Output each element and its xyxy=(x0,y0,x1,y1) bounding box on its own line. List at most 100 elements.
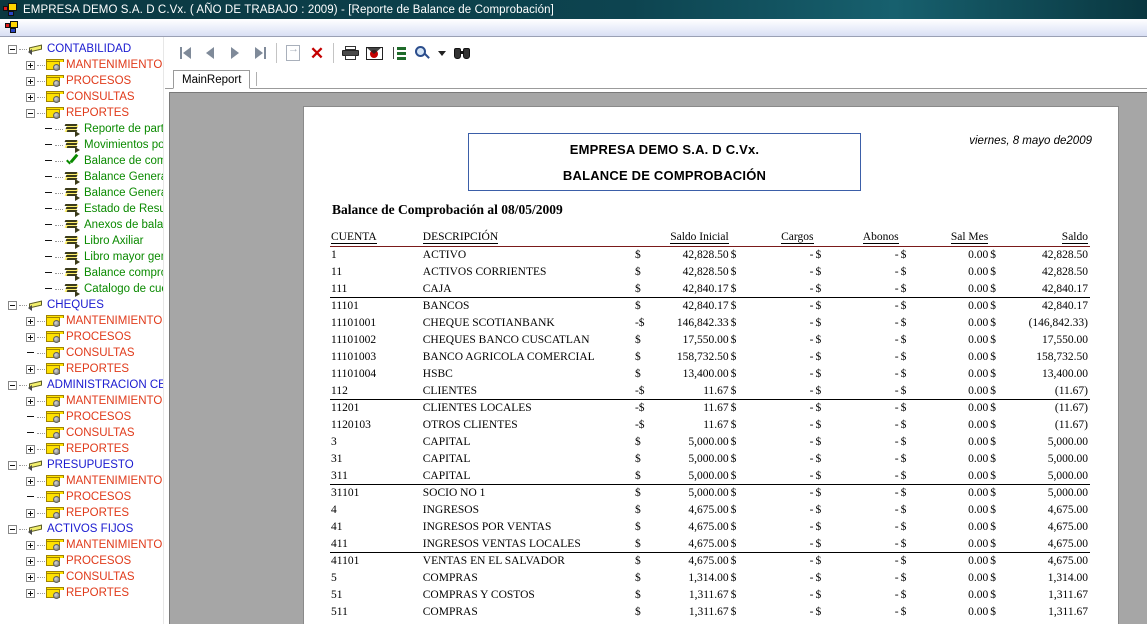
tree-node-procesos[interactable]: PROCESOS xyxy=(2,553,164,569)
tree-expander-3[interactable] xyxy=(26,92,35,102)
window-title: EMPRESA DEMO S.A. D C.Vx. ( AÑO DE TRABA… xyxy=(23,3,554,16)
tree-node-procesos[interactable]: PROCESOS xyxy=(2,329,164,345)
cell-cuenta: 3 xyxy=(331,436,337,448)
tree-expander-32[interactable] xyxy=(26,556,35,566)
cell-cuenta: 112 xyxy=(331,384,348,397)
tree-node-label: PRESUPUESTO xyxy=(47,458,134,471)
tree-node-reporte-de-partid[interactable]: Reporte de partid xyxy=(2,121,164,137)
tree-node-procesos[interactable]: PROCESOS xyxy=(2,489,164,505)
tree-expander-21[interactable] xyxy=(8,380,17,390)
tree-expander-4[interactable] xyxy=(26,108,35,118)
tree-expander-22[interactable] xyxy=(26,396,35,406)
cell-saldo-inicial: 158,732.50 xyxy=(676,351,729,363)
zoom-button[interactable] xyxy=(410,41,434,65)
tree-node-libro-mayor-gene[interactable]: Libro mayor gene xyxy=(2,249,164,265)
tree-expander-31[interactable] xyxy=(26,540,35,550)
tree-expander-18[interactable] xyxy=(26,332,35,342)
cell-saldo-inicial: 1,311.67 xyxy=(688,589,729,601)
tree-node-administracion-cen[interactable]: ADMINISTRACION CEN xyxy=(2,377,164,393)
tree-node-presupuesto[interactable]: PRESUPUESTO xyxy=(2,457,164,473)
tree-expander-26[interactable] xyxy=(8,460,17,470)
tree-expander-16[interactable] xyxy=(8,300,17,310)
tree-connector xyxy=(19,304,27,306)
tree-node-mantenimiento[interactable]: MANTENIMIENTO xyxy=(2,473,164,489)
tree-node-activos-fijos[interactable]: ACTIVOS FIJOS xyxy=(2,521,164,537)
tree-expander-17[interactable] xyxy=(26,316,35,326)
navigation-tree[interactable]: CONTABILIDAD MANTENIMIENTOS PROCESOS CONSUL… xyxy=(0,37,165,624)
tree-node-procesos[interactable]: PROCESOS xyxy=(2,73,164,89)
cell-saldo-currency: $ xyxy=(990,552,1004,570)
cell-sal-mes: 0.00 xyxy=(914,484,991,502)
tree-connector xyxy=(37,544,45,546)
tree-node-libro-axiliar[interactable]: Libro Axiliar xyxy=(2,233,164,249)
tree-node-balance-general[interactable]: Balance General xyxy=(2,169,164,185)
balance-table-body: 1 ACTIVO $42,828.50 $ - $ - $0.00 $42,828.50 11 AC… xyxy=(330,247,1090,621)
cell-saldo-currency: $ xyxy=(990,334,996,346)
tree-expander-27[interactable] xyxy=(26,476,35,486)
cell-abonos-currency: $ xyxy=(815,282,822,295)
cell-saldo-inicial: 11.67 xyxy=(703,419,729,431)
tree-node-mantenimientos[interactable]: MANTENIMIENTOS xyxy=(2,57,164,73)
tree-node-consultas[interactable]: CONSULTAS xyxy=(2,345,164,361)
tree-connector xyxy=(55,256,63,258)
tree-node-mantenimientos[interactable]: MANTENIMIENTOS xyxy=(2,537,164,553)
tree-node-consultas[interactable]: CONSULTAS xyxy=(2,569,164,585)
tree-node-consultas[interactable]: CONSULTAS xyxy=(2,89,164,105)
tree-expander-25[interactable] xyxy=(26,444,35,454)
tree-node-procesos[interactable]: PROCESOS xyxy=(2,409,164,425)
cell-saldo-currency: $ xyxy=(990,351,996,363)
cell-cargos: - xyxy=(809,249,814,262)
cell-sal-mes: 0.00 xyxy=(968,521,989,533)
tree-expander-20[interactable] xyxy=(26,364,35,374)
cell-descripcion: BANCO AGRICOLA COMERCIAL xyxy=(422,351,595,363)
tree-expander-29[interactable] xyxy=(26,508,35,518)
print-report-button[interactable] xyxy=(338,41,362,65)
find-text-button[interactable] xyxy=(450,41,474,65)
zoom-dropdown-button[interactable] xyxy=(434,41,450,65)
tab-main-report[interactable]: MainReport xyxy=(173,70,251,89)
tree-expander-2[interactable] xyxy=(26,76,35,86)
tree-node-label: PROCESOS xyxy=(66,554,132,567)
tree-node-reportes[interactable]: REPORTES xyxy=(2,505,164,521)
cell-saldo-inicial-currency: $ xyxy=(634,436,641,448)
tree-node-mantenimientos[interactable]: MANTENIMIENTOS xyxy=(2,393,164,409)
tree-expander-30[interactable] xyxy=(8,524,17,534)
toggle-group-tree-button[interactable] xyxy=(386,41,410,65)
tree-node-mantenimientos[interactable]: MANTENIMIENTOS xyxy=(2,313,164,329)
go-next-page-button[interactable] xyxy=(223,41,247,65)
cell-saldo-inicial-currency: -$ xyxy=(634,399,649,417)
tree-node-anexos-de-balan[interactable]: Anexos de balan xyxy=(2,217,164,233)
tree-connector xyxy=(19,384,27,386)
cell-descripcion: CHEQUE SCOTIANBANK xyxy=(422,317,555,329)
cell-saldo-inicial-currency: $ xyxy=(634,368,641,380)
tree-node-catalogo-de-cue[interactable]: Catalogo de cue xyxy=(2,281,164,297)
cell-cargos: - xyxy=(809,419,814,431)
tree-node-estado-de-resul[interactable]: Estado de Resul xyxy=(2,201,164,217)
tree-node-contabilidad[interactable]: CONTABILIDAD xyxy=(2,41,164,57)
report-page-area[interactable]: EMPRESA DEMO S.A. D C.Vx. BALANCE DE COM… xyxy=(169,92,1147,624)
tree-node-balance-de-comp[interactable]: Balance de comp xyxy=(2,153,164,169)
stop-loading-button[interactable]: ✕ xyxy=(305,41,329,65)
tree-expander-34[interactable] xyxy=(26,588,35,598)
tree-node-cheques[interactable]: CHEQUES xyxy=(2,297,164,313)
tree-node-reportes[interactable]: REPORTES xyxy=(2,441,164,457)
go-last-page-button[interactable] xyxy=(248,41,272,65)
tree-node-reportes[interactable]: REPORTES xyxy=(2,585,164,601)
cell-descripcion: COMPRAS Y COSTOS xyxy=(422,589,535,601)
tree-node-reportes[interactable]: REPORTES xyxy=(2,105,164,121)
tree-node-consultas[interactable]: CONSULTAS xyxy=(2,425,164,441)
tree-node-balance-general[interactable]: Balance General xyxy=(2,185,164,201)
tree-node-reportes[interactable]: REPORTES xyxy=(2,361,164,377)
export-report-button[interactable] xyxy=(281,41,305,65)
email-report-button[interactable] xyxy=(362,41,386,65)
tree-expander-0[interactable] xyxy=(8,44,17,54)
cell-sal-mes-currency: $ xyxy=(900,249,907,262)
tree-node-movimientos-por[interactable]: Movimientos por xyxy=(2,137,164,153)
go-prev-page-button[interactable] xyxy=(198,41,222,65)
cell-cuenta: 111 xyxy=(331,282,348,295)
tree-expander-1[interactable] xyxy=(26,60,35,70)
tree-node-balance-comprol[interactable]: Balance comprol xyxy=(2,265,164,281)
cell-abonos-currency: $ xyxy=(815,249,822,262)
tree-expander-33[interactable] xyxy=(26,572,35,582)
go-first-page-button[interactable] xyxy=(173,41,197,65)
